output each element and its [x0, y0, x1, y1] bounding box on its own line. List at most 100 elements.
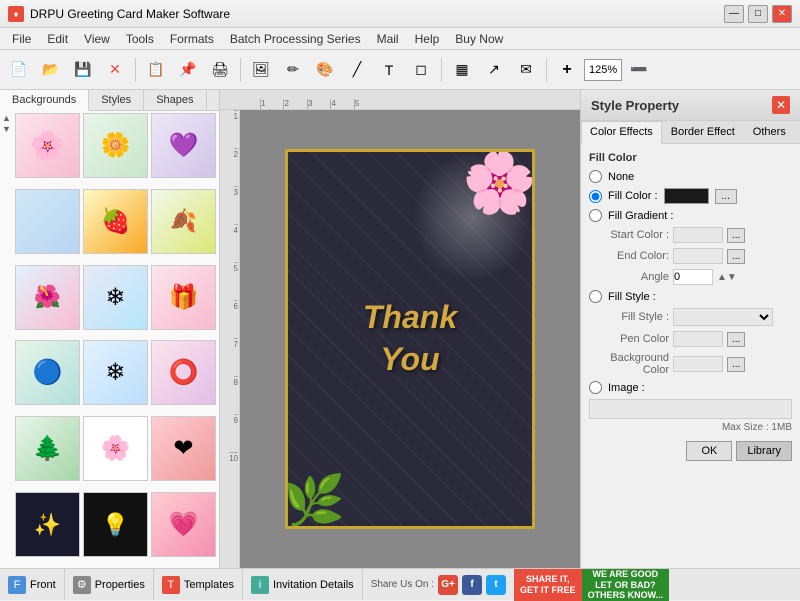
thumbnail-5[interactable]: 🍂 [151, 189, 216, 254]
thumbnail-14[interactable]: ❤ [151, 416, 216, 481]
canvas-wrapper: 1 2 3 4 5 6 7 8 9 10 Thank [220, 110, 580, 568]
fill-color-browse[interactable]: ... [715, 189, 737, 204]
angle-input[interactable] [673, 269, 713, 285]
tab-color-effects[interactable]: Color Effects [581, 121, 662, 144]
thumbnail-1[interactable]: 🌼 [83, 113, 148, 178]
thumbnail-0[interactable]: 🌸 [15, 113, 80, 178]
end-color-input[interactable] [673, 248, 723, 264]
properties-icon: ⚙ [73, 576, 91, 594]
pen-color-input[interactable] [673, 331, 723, 347]
close-button[interactable]: ✕ [772, 5, 792, 23]
angle-stepper[interactable]: ▲▼ [717, 272, 737, 283]
zoom-out-button[interactable]: ➖ [624, 55, 654, 85]
facebook-button[interactable]: f [462, 575, 482, 595]
menu-item-tools[interactable]: Tools [118, 30, 162, 48]
fill-style-radio[interactable] [589, 290, 602, 303]
twitter-button[interactable]: t [486, 575, 506, 595]
thumbnail-4[interactable]: 🍓 [83, 189, 148, 254]
menu-item-help[interactable]: Help [407, 30, 448, 48]
good-bad-line1: WE ARE GOOD [592, 569, 658, 579]
scroll-down-button[interactable]: ▼ [2, 124, 11, 134]
menu-bar: FileEditViewToolsFormatsBatch Processing… [0, 28, 800, 50]
toolbar-print[interactable]: 🖨 [205, 55, 235, 85]
tab-others[interactable]: Others [744, 121, 795, 143]
menu-item-batch-processing-series[interactable]: Batch Processing Series [222, 30, 369, 48]
pen-color-browse[interactable]: ... [727, 332, 745, 347]
templates-button[interactable]: T Templates [154, 569, 243, 600]
share-ad-banner[interactable]: SHARE IT, GET IT FREE [514, 569, 582, 601]
library-button[interactable]: Library [736, 441, 792, 461]
invitation-details-button[interactable]: i Invitation Details [243, 569, 363, 600]
bg-color-input[interactable] [673, 356, 723, 372]
menu-item-buy-now[interactable]: Buy Now [447, 30, 511, 48]
thumbnail-11[interactable]: ⭕ [151, 340, 216, 405]
tab-backgrounds[interactable]: Backgrounds [0, 90, 89, 111]
image-path-input[interactable] [589, 399, 792, 419]
thumbnail-9[interactable]: 🔵 [15, 340, 80, 405]
properties-button[interactable]: ⚙ Properties [65, 569, 154, 600]
start-color-browse[interactable]: ... [727, 228, 745, 243]
fill-gradient-radio[interactable] [589, 209, 602, 222]
front-button[interactable]: F Front [0, 569, 65, 600]
menu-item-edit[interactable]: Edit [39, 30, 76, 48]
thumbnail-16[interactable]: 💡 [83, 492, 148, 557]
thumbnail-8[interactable]: 🎁 [151, 265, 216, 330]
image-label: Image : [608, 382, 645, 394]
tab-styles[interactable]: Styles [89, 90, 144, 110]
toolbar-text[interactable]: T [374, 55, 404, 85]
fill-color-swatch[interactable] [664, 188, 709, 204]
image-radio[interactable] [589, 381, 602, 394]
toolbar-open[interactable]: 📂 [36, 55, 66, 85]
close-style-button[interactable]: ✕ [772, 96, 790, 114]
menu-item-formats[interactable]: Formats [162, 30, 222, 48]
style-property-panel: Style Property ✕ Color Effects Border Ef… [580, 90, 800, 568]
start-color-input[interactable] [673, 227, 723, 243]
menu-item-file[interactable]: File [4, 30, 39, 48]
thumbnail-7[interactable]: ❄ [83, 265, 148, 330]
zoom-level[interactable]: 125% [584, 59, 622, 81]
thumbnail-13[interactable]: 🌸 [83, 416, 148, 481]
toolbar-color[interactable]: 🎨 [310, 55, 340, 85]
end-color-browse[interactable]: ... [727, 249, 745, 264]
toolbar-new[interactable]: 📄 [4, 55, 34, 85]
thumbnail-12[interactable]: 🌲 [15, 416, 80, 481]
ok-button[interactable]: OK [686, 441, 732, 461]
toolbar-barcode[interactable]: ▦ [447, 55, 477, 85]
toolbar-export[interactable]: ↗ [479, 55, 509, 85]
menu-item-mail[interactable]: Mail [369, 30, 407, 48]
toolbar-mail[interactable]: ✉ [511, 55, 541, 85]
toolbar-draw[interactable]: ✏ [278, 55, 308, 85]
toolbar-save[interactable]: 💾 [68, 55, 98, 85]
pen-color-label: Pen Color [589, 333, 669, 345]
google-plus-button[interactable]: G+ [438, 575, 458, 595]
zoom-in-button[interactable]: + [552, 55, 582, 85]
tab-border-effect[interactable]: Border Effect [662, 121, 744, 143]
toolbar-copy[interactable]: 📋 [141, 55, 171, 85]
fill-none-radio[interactable] [589, 170, 602, 183]
ruler-v-mark: 5 [234, 262, 238, 300]
maximize-button[interactable]: □ [748, 5, 768, 23]
ruler-left: 1 2 3 4 5 6 7 8 9 10 [220, 110, 240, 568]
fill-style-select[interactable] [673, 308, 773, 326]
thumbnail-2[interactable]: 💜 [151, 113, 216, 178]
toolbar-shape[interactable]: ◻ [406, 55, 436, 85]
thumbnail-17[interactable]: 💗 [151, 492, 216, 557]
thumbnail-6[interactable]: 🌺 [15, 265, 80, 330]
main-layout: Backgrounds Styles Shapes ▲ ▼ 🌸🌼💜🍓🍂🌺❄🎁🔵❄… [0, 90, 800, 568]
scroll-up-button[interactable]: ▲ [2, 113, 11, 123]
good-bad-banner[interactable]: WE ARE GOOD LET OR BAD? OTHERS KNOW... [582, 569, 670, 601]
canvas-inner[interactable]: Thank You [240, 110, 580, 568]
fill-none-label: None [608, 171, 634, 183]
tab-shapes[interactable]: Shapes [144, 90, 206, 110]
thumbnail-15[interactable]: ✨ [15, 492, 80, 557]
toolbar-delete[interactable]: ✕ [100, 55, 130, 85]
bg-color-browse[interactable]: ... [727, 357, 745, 372]
toolbar-image[interactable]: 🖼 [246, 55, 276, 85]
toolbar-line[interactable]: ╱ [342, 55, 372, 85]
thumbnail-10[interactable]: ❄ [83, 340, 148, 405]
toolbar-paste[interactable]: 📌 [173, 55, 203, 85]
fill-color-radio[interactable] [589, 190, 602, 203]
menu-item-view[interactable]: View [76, 30, 118, 48]
minimize-button[interactable]: — [724, 5, 744, 23]
thumbnail-3[interactable] [15, 189, 80, 254]
